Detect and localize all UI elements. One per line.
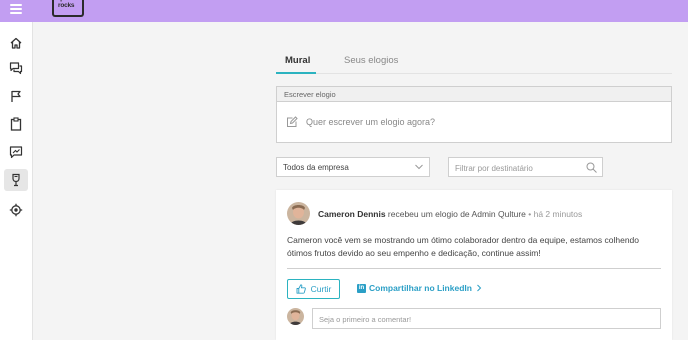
trophy-icon: [12, 173, 20, 187]
top-bar: qulture rocks: [0, 0, 688, 22]
search-icon[interactable]: [586, 162, 597, 173]
thumbs-up-icon: [296, 284, 306, 294]
comment-field: [312, 308, 661, 329]
comment-input[interactable]: [313, 310, 660, 329]
sidebar-item-goals[interactable]: [4, 85, 28, 107]
sidebar-item-feedback[interactable]: [4, 141, 28, 163]
recipient-filter-input[interactable]: [449, 159, 579, 178]
feed-tabs: Mural Seus elogios: [276, 50, 672, 74]
flag-icon: [11, 90, 21, 102]
recipient-filter: [448, 157, 603, 178]
share-linkedin-link[interactable]: in Compartilhar no LinkedIn: [357, 283, 482, 293]
sidebar-item-home[interactable]: [4, 32, 28, 54]
praise-post-card: Cameron Dennis recebeu um elogio de Admi…: [276, 190, 672, 340]
write-praise-card: Escrever elogio Quer escrever um elogio …: [276, 86, 672, 143]
post-body: Cameron você vem se mostrando um ótimo c…: [287, 235, 639, 258]
write-praise-header: Escrever elogio: [277, 87, 671, 102]
company-filter-select[interactable]: Todos da empresa: [276, 157, 430, 177]
company-filter-value: Todos da empresa: [283, 163, 349, 172]
sidebar-item-praise[interactable]: [4, 169, 28, 191]
sidebar-item-surveys[interactable]: [4, 113, 28, 135]
post-action-text: recebeu um elogio de Admin Qulture: [385, 209, 526, 219]
logo-line-2: rocks: [58, 2, 75, 9]
like-button[interactable]: Curtir: [287, 279, 340, 299]
edit-icon: [287, 116, 298, 127]
write-praise-prompt: Quer escrever um elogio agora?: [306, 117, 436, 127]
linkedin-icon: in: [357, 283, 366, 293]
recipient-name[interactable]: Cameron Dennis: [318, 209, 386, 219]
avatar: [287, 308, 304, 325]
menu-icon[interactable]: [10, 4, 22, 14]
clipboard-icon: [10, 117, 22, 131]
tab-seus-elogios[interactable]: Seus elogios: [344, 55, 398, 66]
active-tab-indicator: [276, 72, 316, 74]
home-icon: [10, 37, 22, 49]
tab-mural[interactable]: Mural: [285, 55, 310, 66]
avatar[interactable]: [287, 202, 310, 225]
sidebar-item-objectives[interactable]: [4, 199, 28, 221]
feedback-icon: [9, 146, 23, 159]
sidebar-item-conversations[interactable]: [4, 57, 28, 79]
write-praise-input[interactable]: Quer escrever um elogio agora?: [286, 116, 435, 128]
post-divider: [287, 268, 661, 269]
sidebar: [0, 22, 33, 340]
chevron-down-icon: [415, 164, 423, 170]
recipient-avatar-image: [287, 202, 310, 225]
target-icon: [9, 203, 23, 217]
qulture-rocks-logo[interactable]: qulture rocks: [52, 0, 84, 17]
post-header: Cameron Dennis recebeu um elogio de Admi…: [318, 209, 582, 219]
chevron-right-icon: [477, 284, 482, 292]
like-label: Curtir: [310, 284, 332, 294]
post-timestamp: • há 2 minutos: [525, 209, 583, 219]
chat-icon: [9, 62, 23, 75]
share-linkedin-label: Compartilhar no LinkedIn: [369, 283, 472, 293]
commenter-avatar-image: [287, 308, 304, 325]
